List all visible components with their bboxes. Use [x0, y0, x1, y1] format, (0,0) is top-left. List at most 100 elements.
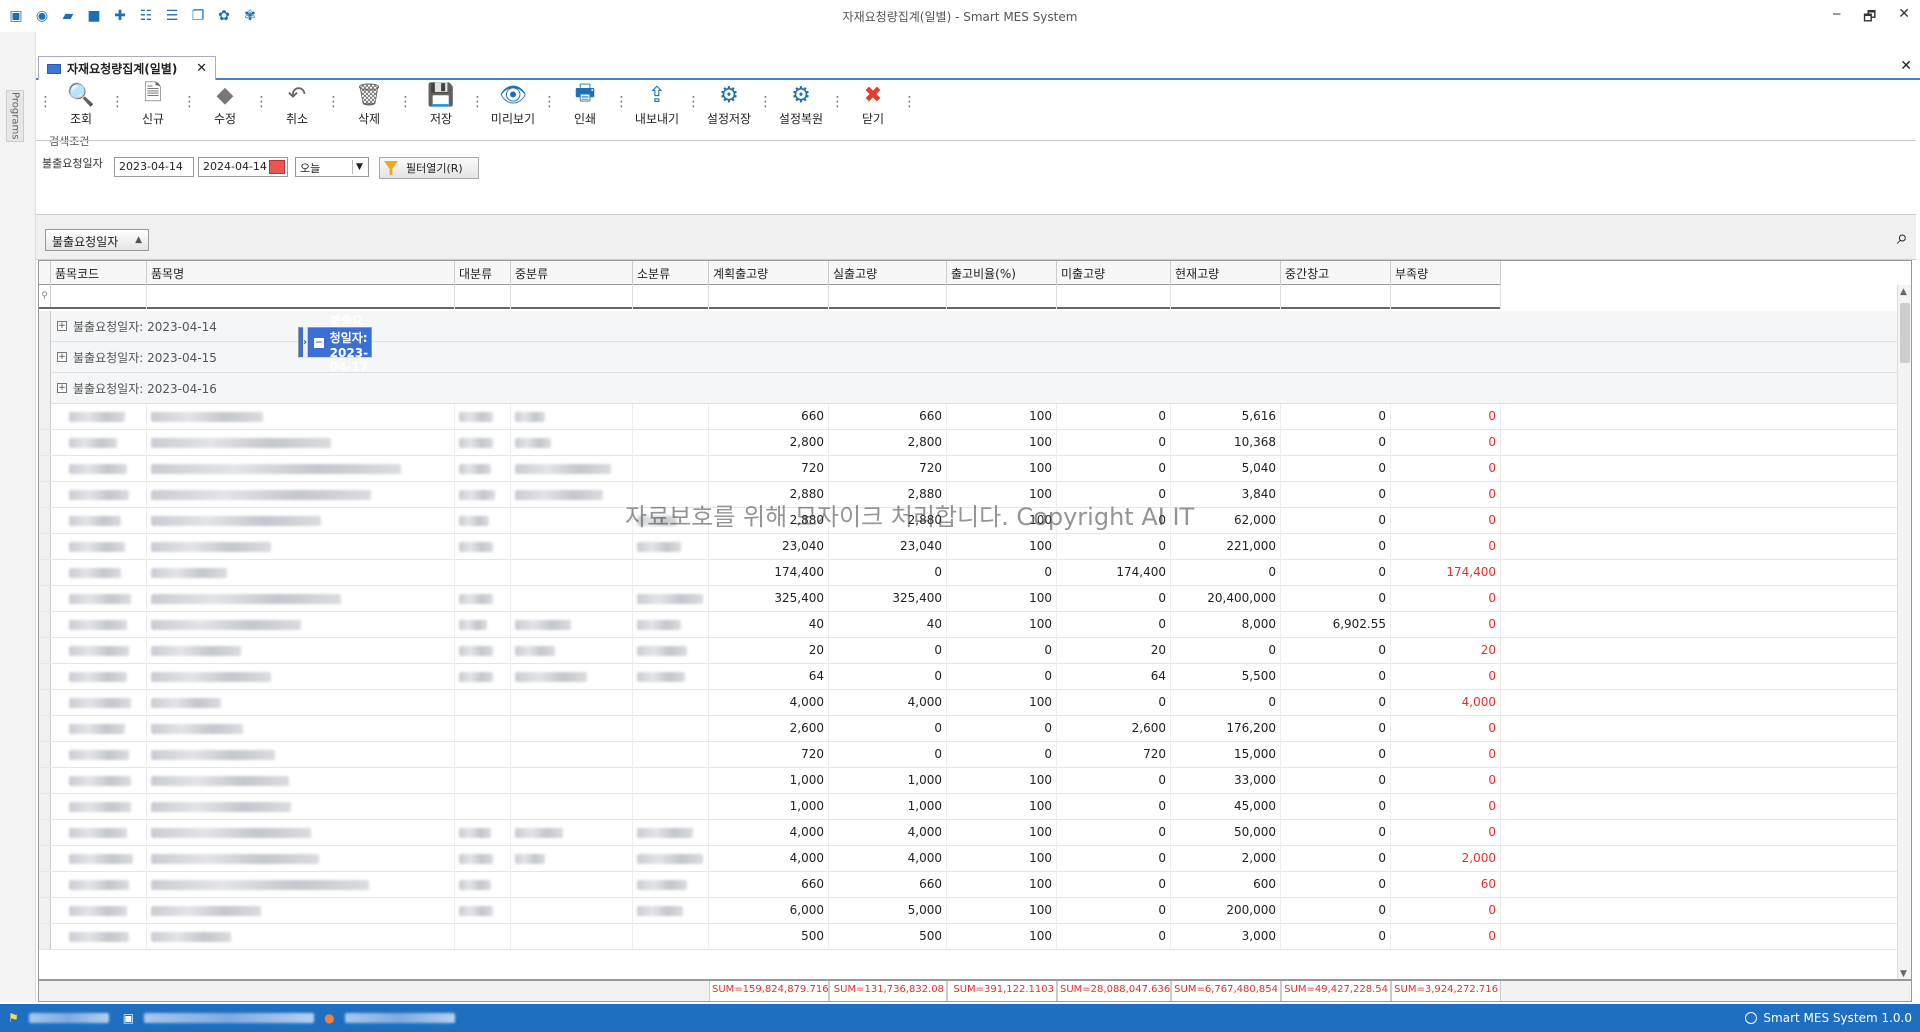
- table-row[interactable]: 1,000 1,000 100 0 33,000 0 0: [39, 768, 1899, 794]
- panel-close-icon[interactable]: ✕: [1900, 58, 1912, 74]
- column-header[interactable]: 현재고량: [1171, 261, 1281, 285]
- row-selector[interactable]: [39, 456, 51, 481]
- toolbar-button-3[interactable]: ↶ 취소: [266, 82, 328, 127]
- row-selector[interactable]: [39, 534, 51, 559]
- group-row[interactable]: › − 불출요청일자: 2023-04-17: [298, 314, 372, 374]
- toolbar-button-4[interactable]: 🗑 삭제: [338, 82, 400, 127]
- palette-icon[interactable]: ✿: [214, 6, 234, 26]
- table-row[interactable]: 20 0 0 20 0 0 20: [39, 638, 1899, 664]
- row-selector[interactable]: [39, 924, 51, 949]
- scroll-thumb[interactable]: [1900, 303, 1910, 363]
- row-selector[interactable]: [39, 341, 51, 373]
- table-row[interactable]: 4,000 4,000 100 0 2,000 0 2,000: [39, 846, 1899, 872]
- row-selector[interactable]: [39, 560, 51, 585]
- grid-search-icon[interactable]: ⌕: [1897, 225, 1908, 249]
- lock-icon[interactable]: ■: [84, 6, 104, 26]
- table-row[interactable]: 2,800 2,800 100 0 10,368 0 0: [39, 430, 1899, 456]
- column-header[interactable]: 미출고량: [1057, 261, 1171, 285]
- table-row[interactable]: 40 40 100 0 8,000 6,902.55 0: [39, 612, 1899, 638]
- table-row[interactable]: 500 500 100 0 3,000 0 0: [39, 924, 1899, 950]
- filter-cell[interactable]: [1057, 285, 1171, 309]
- table-row[interactable]: 660 660 100 0 5,616 0 0: [39, 404, 1899, 430]
- toolbar-button-1[interactable]: 🗎 신규: [122, 81, 184, 127]
- filter-cell[interactable]: [633, 285, 709, 309]
- table-row[interactable]: 23,040 23,040 100 0 221,000 0 0: [39, 534, 1899, 560]
- group-by-chip[interactable]: 불출요청일자 ▲: [45, 229, 149, 251]
- filter-open-button[interactable]: 필터열기(R): [379, 157, 479, 179]
- filter-cell[interactable]: [51, 285, 147, 309]
- filter-cell[interactable]: [947, 285, 1057, 309]
- period-select[interactable]: 오늘 ▼: [295, 157, 369, 177]
- column-header[interactable]: 중간창고: [1281, 261, 1391, 285]
- plus-shield-icon[interactable]: ✚: [110, 6, 130, 26]
- table-row[interactable]: 1,000 1,000 100 0 45,000 0 0: [39, 794, 1899, 820]
- filter-cell[interactable]: [1171, 285, 1281, 309]
- row-selector[interactable]: [39, 638, 51, 663]
- column-header[interactable]: 중분류: [511, 261, 633, 285]
- row-selector[interactable]: [39, 768, 51, 793]
- row-selector[interactable]: [39, 872, 51, 897]
- table-row[interactable]: 2,880 2,880 100 0 62,000 0 0: [39, 508, 1899, 534]
- date-from-input[interactable]: 2023-04-14: [114, 157, 194, 177]
- group-row[interactable]: + 불출요청일자: 2023-04-16: [39, 372, 1899, 404]
- column-header[interactable]: 계획출고량: [709, 261, 829, 285]
- table-row[interactable]: 720 0 0 720 15,000 0 0: [39, 742, 1899, 768]
- row-selector[interactable]: [39, 820, 51, 845]
- row-selector[interactable]: [39, 898, 51, 923]
- row-selector[interactable]: [39, 404, 51, 429]
- scroll-up-icon[interactable]: ▲: [1900, 287, 1907, 297]
- table-row[interactable]: 64 0 0 64 5,500 0 0: [39, 664, 1899, 690]
- table-row[interactable]: 174,400 0 0 174,400 0 0 174,400: [39, 560, 1899, 586]
- row-selector[interactable]: [39, 612, 51, 637]
- collapse-icon[interactable]: −: [314, 337, 324, 348]
- filter-cell[interactable]: [1281, 285, 1391, 309]
- row-selector[interactable]: [39, 846, 51, 871]
- date-to-input[interactable]: 2024-04-14: [198, 157, 288, 177]
- windows-icon[interactable]: ❐: [188, 6, 208, 26]
- column-header[interactable]: 품목코드: [51, 261, 147, 285]
- row-selector[interactable]: [39, 690, 51, 715]
- toolbar-button-5[interactable]: 💾 저장: [410, 82, 472, 127]
- toolbar-button-6[interactable]: 👁 미리보기: [482, 82, 544, 127]
- filter-cell[interactable]: [147, 285, 455, 309]
- restore-icon[interactable]: 🗗: [1863, 6, 1876, 30]
- toolbar-button-7[interactable]: 🖶 인쇄: [554, 81, 616, 127]
- row-selector[interactable]: [39, 372, 51, 404]
- list-icon[interactable]: ☰: [162, 6, 182, 26]
- table-row[interactable]: 660 660 100 0 600 0 60: [39, 872, 1899, 898]
- toolbar-button-0[interactable]: 🔍 조회: [50, 82, 112, 127]
- table-row[interactable]: 6,000 5,000 100 0 200,000 0 0: [39, 898, 1899, 924]
- toolbar-button-9[interactable]: ⚙ 설정저장: [698, 82, 760, 127]
- expand-icon[interactable]: +: [57, 352, 67, 362]
- row-selector[interactable]: [39, 716, 51, 741]
- toolbar-button-8[interactable]: ⇪ 내보내기: [626, 82, 688, 127]
- table-row[interactable]: 2,880 2,880 100 0 3,840 0 0: [39, 482, 1899, 508]
- expand-icon[interactable]: +: [57, 321, 67, 331]
- camera-icon[interactable]: ◉: [32, 6, 52, 26]
- row-selector[interactable]: [39, 482, 51, 507]
- row-selector[interactable]: ›: [303, 327, 309, 358]
- row-selector[interactable]: [39, 742, 51, 767]
- row-selector[interactable]: [39, 586, 51, 611]
- toolbar-button-10[interactable]: ⚙ 설정복원: [770, 82, 832, 127]
- filter-cell[interactable]: [709, 285, 829, 309]
- toolbar-button-2[interactable]: ◆ 수정: [194, 82, 256, 127]
- row-selector[interactable]: [39, 664, 51, 689]
- row-selector[interactable]: [39, 310, 51, 342]
- table-row[interactable]: 720 720 100 0 5,040 0 0: [39, 456, 1899, 482]
- tab-material-request-daily[interactable]: 자재요청량집계(일별) ✕: [38, 56, 216, 80]
- filter-cell[interactable]: [455, 285, 511, 309]
- row-selector[interactable]: [39, 794, 51, 819]
- toolbar-button-11[interactable]: ✖ 닫기: [842, 82, 904, 127]
- programs-tab[interactable]: Programs: [6, 90, 24, 142]
- filter-cell[interactable]: [1391, 285, 1501, 309]
- column-header[interactable]: 품목명: [147, 261, 455, 285]
- tab-close-icon[interactable]: ✕: [196, 61, 207, 76]
- table-row[interactable]: 4,000 4,000 100 0 50,000 0 0: [39, 820, 1899, 846]
- column-header[interactable]: 실출고량: [829, 261, 947, 285]
- filter-cell[interactable]: [829, 285, 947, 309]
- column-header[interactable]: 대분류: [455, 261, 511, 285]
- column-header[interactable]: 부족량: [1391, 261, 1501, 285]
- table-row[interactable]: 325,400 325,400 100 0 20,400,000 0 0: [39, 586, 1899, 612]
- minimize-icon[interactable]: ‒: [1832, 6, 1841, 30]
